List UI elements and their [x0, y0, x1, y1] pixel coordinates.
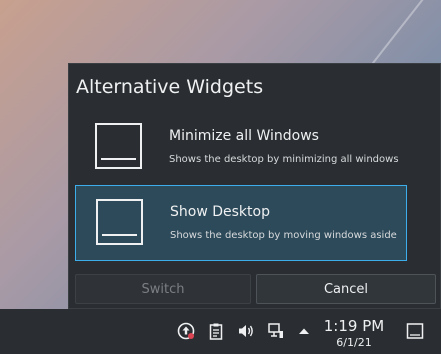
cancel-button[interactable]: Cancel: [256, 274, 436, 304]
option-minimize-all-windows[interactable]: Minimize all Windows Shows the desktop b…: [75, 110, 407, 186]
show-desktop-icon[interactable]: [405, 321, 425, 341]
option-description: Shows the desktop by moving windows asid…: [170, 230, 397, 241]
update-notifier-icon[interactable]: [176, 321, 196, 341]
option-title: Show Desktop: [170, 204, 270, 220]
expand-tray-icon[interactable]: [294, 321, 314, 341]
clipboard-icon[interactable]: [206, 321, 226, 341]
option-show-desktop[interactable]: Show Desktop Shows the desktop by moving…: [75, 185, 407, 261]
show-desktop-icon: [96, 199, 143, 245]
taskbar: 1:19 PM 6/1/21: [0, 309, 441, 354]
network-icon[interactable]: [266, 321, 286, 341]
minimize-windows-icon: [95, 123, 142, 169]
option-description: Shows the desktop by minimizing all wind…: [169, 154, 399, 165]
alternative-widgets-dialog: Alternative Widgets Minimize all Windows…: [68, 63, 441, 309]
clock-time[interactable]: 1:19 PM: [322, 317, 386, 335]
switch-button[interactable]: Switch: [75, 274, 251, 304]
volume-icon[interactable]: [236, 321, 256, 341]
dialog-title: Alternative Widgets: [76, 76, 264, 98]
option-title: Minimize all Windows: [169, 128, 319, 144]
clock-date[interactable]: 6/1/21: [322, 336, 386, 349]
